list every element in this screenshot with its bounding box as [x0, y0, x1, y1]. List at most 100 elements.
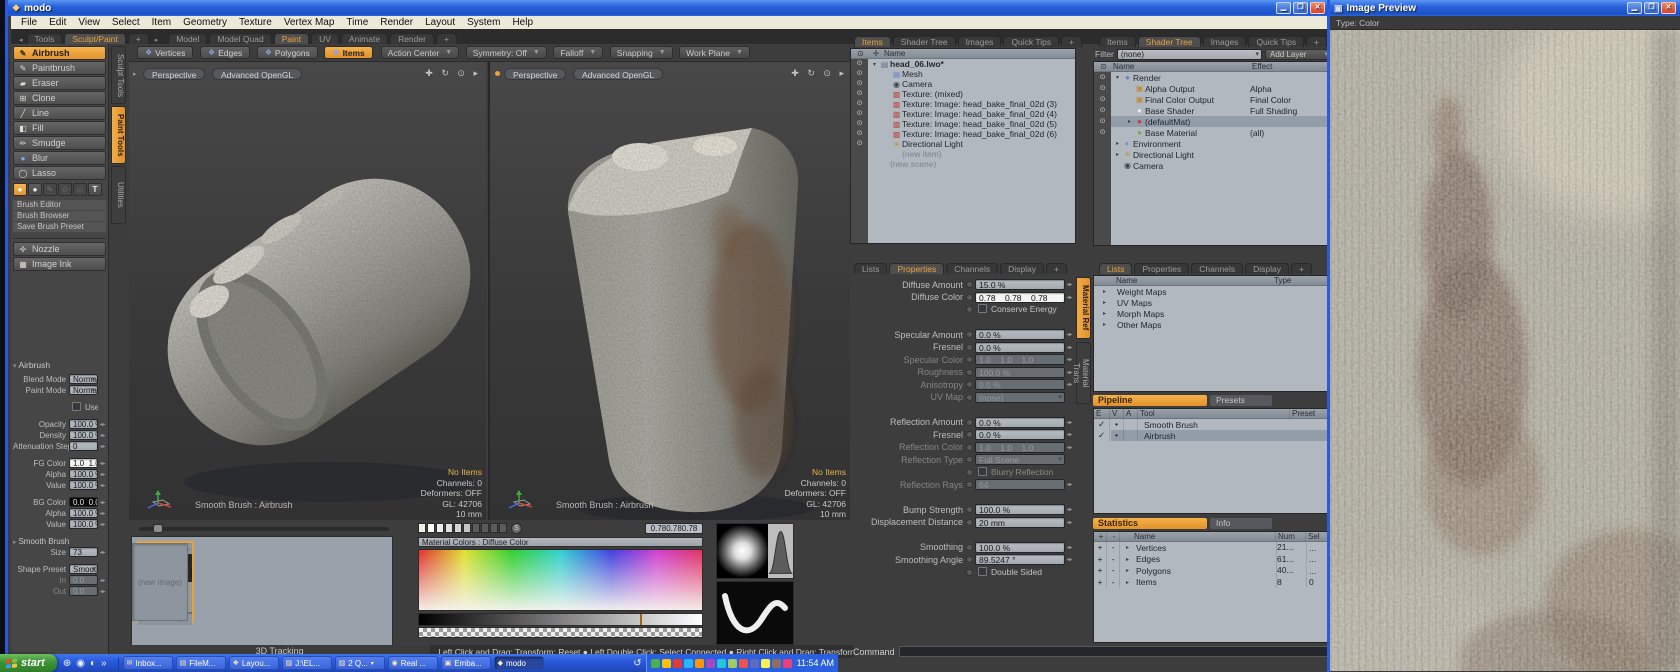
tool-button[interactable]: ✎ Paintbrush [13, 61, 106, 75]
brush-link[interactable]: Brush Browser [13, 211, 106, 221]
maximize-button[interactable]: ❐ [1293, 2, 1308, 14]
shader-layer-row[interactable]: ⊙ ● Base Shader Full Shading [1094, 105, 1330, 116]
item-row[interactable]: ⊙ ▩ Texture: Image: head_bake_final_02d … [851, 109, 1075, 119]
statistics-info-tab[interactable]: Info [1210, 518, 1272, 529]
spinner-icon[interactable]: ◂▸ [98, 421, 107, 428]
panel-tab[interactable]: Display [1000, 263, 1044, 274]
item-row[interactable]: ⊙ ▩ Texture: Image: head_bake_final_02d … [851, 119, 1075, 129]
slider-handle[interactable] [153, 524, 163, 533]
property-value[interactable]: Normal [69, 374, 98, 384]
close-button[interactable]: ✕ [1310, 2, 1325, 14]
visibility-eye-icon[interactable]: ⊙ [1094, 116, 1111, 127]
item-row[interactable]: (new item) [851, 149, 1075, 159]
expand-plus[interactable]: + [1094, 542, 1107, 554]
spinner-icon[interactable]: ◂▸ [98, 460, 107, 467]
item-row[interactable]: ⊙ ◉ Camera [851, 79, 1075, 89]
property-value[interactable]: 0.0 [69, 575, 98, 585]
menu-item[interactable]: Geometry [177, 16, 233, 29]
spinner-icon[interactable]: ◂▸ [98, 432, 107, 439]
property-value[interactable]: 0.0 % [975, 342, 1065, 353]
property-value[interactable]: 100.0 % [69, 419, 98, 429]
visibility-eye-icon[interactable]: ⊙ [851, 89, 868, 99]
spinner-icon[interactable]: ◂▸ [1065, 419, 1074, 426]
channel-toggle-icon[interactable] [966, 556, 973, 563]
zoom-icon[interactable]: ⊙ [823, 68, 831, 78]
task-button[interactable]: ▣ Emba... [441, 656, 491, 670]
shader-layer-row[interactable]: ▸ ◐ Environment [1094, 138, 1330, 149]
viewport-menu-icon[interactable]: ▸ [839, 68, 844, 78]
property-value[interactable]: Smooth [69, 564, 98, 574]
brush-shape-button[interactable]: ✎ [43, 183, 57, 196]
item-row[interactable]: ⊙ ▾ ▤ head_06.lwo* [851, 59, 1075, 69]
thumbnail-zoom-slider[interactable] [139, 527, 389, 531]
channel-toggle-icon[interactable] [966, 469, 973, 476]
item-row[interactable]: ⊙ ▦ Mesh [851, 69, 1075, 79]
tool-button[interactable]: ▰ Eraser [13, 76, 106, 90]
property-value[interactable]: Use Falloff [69, 402, 98, 412]
panel-tab[interactable]: + [1291, 263, 1312, 274]
channel-toggle-icon[interactable] [966, 519, 973, 526]
quicklaunch-icon[interactable]: ◐ [90, 658, 96, 669]
spinner-icon[interactable]: ◂▸ [98, 443, 107, 450]
panel-tab[interactable]: Shader Tree [893, 36, 956, 47]
sidebar-vertical-tab[interactable]: Utilities [111, 166, 126, 224]
viewport-renderer-selector[interactable]: Advanced OpenGL [573, 68, 663, 80]
panel-tab[interactable]: Lists [1099, 263, 1132, 274]
channel-toggle-icon[interactable] [966, 419, 973, 426]
channel-toggle-icon[interactable] [966, 431, 973, 438]
tool-button[interactable]: ✢ Nozzle [13, 242, 106, 256]
command-input[interactable] [899, 646, 1331, 657]
layout-tab[interactable]: UV [311, 33, 339, 44]
value-slider-marker[interactable] [640, 614, 642, 625]
channel-toggle-icon[interactable] [966, 369, 973, 376]
tool-button[interactable]: ✎ Airbrush [13, 46, 106, 60]
spinner-icon[interactable]: ◂▸ [1065, 444, 1074, 451]
item-row[interactable]: ⊙ ▩ Texture: Image: head_bake_final_02d … [851, 99, 1075, 109]
layout-tab[interactable]: Sculpt/Paint [64, 33, 125, 44]
menu-item[interactable]: Select [106, 16, 146, 29]
menu-item[interactable]: System [461, 16, 506, 29]
brush-section-title[interactable]: ▾ Airbrush [13, 360, 107, 370]
panel-tab[interactable]: + [1046, 263, 1067, 274]
property-value[interactable]: 0.78 0.78 0.78 [975, 292, 1065, 303]
shader-layer-row[interactable]: ⊙ ▣ Final Color Output Final Color [1094, 94, 1330, 105]
property-value[interactable]: 0.0 % [975, 379, 1065, 390]
name-column-header[interactable]: Name [1111, 62, 1250, 71]
panel-tab[interactable]: Display [1245, 263, 1289, 274]
spinner-icon[interactable]: ◂▸ [98, 577, 107, 584]
property-value[interactable]: 100.0 % [975, 367, 1065, 378]
viewport-renderer-selector[interactable]: Advanced OpenGL [212, 68, 302, 80]
panel-tab[interactable]: Properties [1134, 263, 1189, 274]
sidebar-vertical-tab[interactable]: Paint Tools [111, 106, 126, 164]
layer-effect[interactable]: Final Color [1250, 95, 1330, 105]
property-value[interactable]: 89.5247 ° [975, 554, 1065, 565]
statistics-row[interactable]: + - ▸ Vertices 21... ... [1094, 542, 1330, 554]
visibility-eye-icon[interactable]: ⊙ [1094, 94, 1111, 105]
panel-tab[interactable]: Lists [854, 263, 887, 274]
task-button[interactable]: ▤ FileM... [176, 656, 226, 670]
shader-layer-row[interactable]: ◉ Camera [1094, 160, 1330, 171]
visibility-eye-icon[interactable]: ⊙ [851, 69, 868, 79]
map-group-row[interactable]: ▸ Morph Maps [1094, 308, 1330, 319]
sidebar-vertical-tab[interactable]: Sculpt Tools [111, 46, 126, 104]
layout-tab[interactable]: + [128, 33, 149, 44]
preview-titlebar[interactable]: ▣ Image Preview ▁ ❐ ✕ [1330, 0, 1680, 16]
menu-item[interactable]: Help [506, 16, 539, 29]
layer-effect[interactable]: Alpha [1250, 84, 1330, 94]
shader-layer-row[interactable]: ⊙ ▣ Alpha Output Alpha [1094, 83, 1330, 94]
property-value[interactable]: 15.0 % [975, 279, 1065, 290]
menu-item[interactable]: Texture [233, 16, 278, 29]
menu-item[interactable]: Vertex Map [278, 16, 341, 29]
color-swatch[interactable] [499, 523, 507, 533]
task-button[interactable]: ◆ modo [494, 656, 544, 670]
property-value[interactable]: 0.0 % [975, 417, 1065, 428]
menu-item[interactable]: Item [146, 16, 177, 29]
active-cell[interactable] [1124, 430, 1138, 441]
property-value[interactable]: 0.0 0.0 0.0 [69, 497, 98, 507]
viewport-corner-icon[interactable]: ▸ [133, 70, 137, 78]
tray-icon[interactable] [728, 659, 737, 668]
expander-icon[interactable]: ▸ [1123, 556, 1132, 563]
layout-tab[interactable]: Render [390, 33, 434, 44]
property-value[interactable]: Double Sided [975, 567, 1065, 578]
tool-button[interactable]: ▦ Image Ink [13, 257, 106, 271]
